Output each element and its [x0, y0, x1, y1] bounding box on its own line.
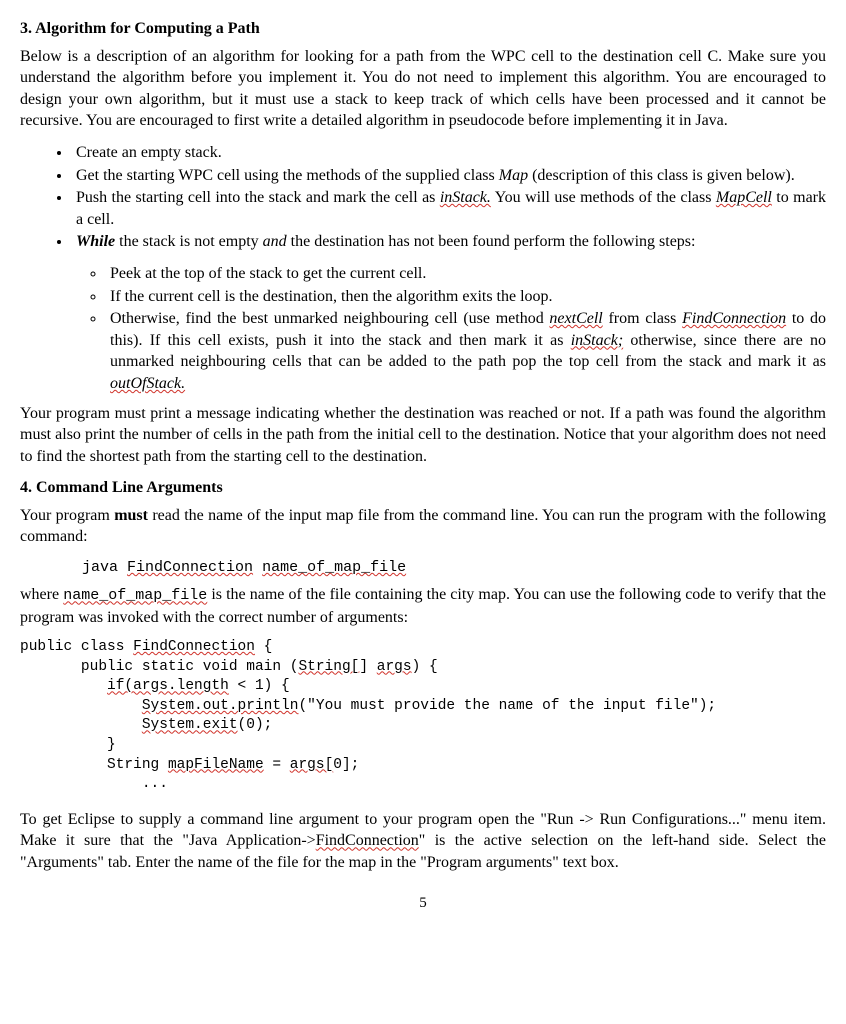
bullet-get-wpc: Get the starting WPC cell using the meth…: [72, 165, 826, 187]
section4-para3: To get Eclipse to supply a command line …: [20, 809, 826, 874]
section3-closing: Your program must print a message indica…: [20, 403, 826, 468]
text: (description of this class is given belo…: [528, 167, 795, 184]
cmd-java: java: [82, 559, 127, 576]
inner-otherwise: Otherwise, find the best unmarked neighb…: [106, 308, 826, 394]
code-var: mapFileName: [168, 757, 264, 773]
code-argsidx: args[: [290, 757, 334, 773]
text: from class: [603, 310, 682, 327]
cmd-findconnection: FindConnection: [127, 559, 253, 576]
code-classname: FindConnection: [133, 639, 255, 655]
code: (0);: [238, 717, 273, 733]
code: 0];: [333, 757, 359, 773]
section3-heading: 3. Algorithm for Computing a Path: [20, 18, 826, 40]
section3-bullet-list: Create an empty stack. Get the starting …: [20, 142, 826, 253]
code: ]: [359, 659, 376, 675]
text: the destination has not been found perfo…: [287, 233, 696, 250]
page-number: 5: [20, 893, 826, 913]
code: [20, 678, 107, 694]
command-line: java FindConnection name_of_map_file: [82, 558, 826, 578]
text: You will use methods of the class: [491, 189, 716, 206]
code-if: if(args.length: [107, 678, 229, 694]
section4-para2: where name_of_map_file is the name of th…: [20, 584, 826, 628]
term-instack: inStack.: [440, 189, 491, 206]
class-findconnection: FindConnection: [682, 310, 786, 327]
section4-para1: Your program must read the name of the i…: [20, 505, 826, 548]
keyword-while: While: [76, 233, 115, 250]
code: ("You must provide the name of the input…: [298, 698, 716, 714]
text: where: [20, 586, 63, 603]
text: Otherwise, find the best unmarked neighb…: [110, 310, 549, 327]
code: String: [20, 757, 168, 773]
code: ...: [20, 776, 168, 792]
emphasis-must: must: [114, 507, 148, 524]
code-snippet: public class FindConnection { public sta…: [20, 638, 826, 795]
code: public static void main (: [20, 659, 298, 675]
cmd-filename: name_of_map_file: [262, 559, 406, 576]
inner-destination: If the current cell is the destination, …: [106, 286, 826, 308]
menu-findconnection: FindConnection: [316, 832, 419, 849]
inner-peek: Peek at the top of the stack to get the …: [106, 263, 826, 285]
code-args: args: [377, 659, 412, 675]
text: Your program: [20, 507, 114, 524]
method-nextcell: nextCell: [549, 310, 602, 327]
code-string: String[: [298, 659, 359, 675]
text: Push the starting cell into the stack an…: [76, 189, 440, 206]
code: [20, 698, 142, 714]
code: ) {: [412, 659, 438, 675]
code-exit: System.exit: [142, 717, 238, 733]
code: public class: [20, 639, 133, 655]
class-map: Map: [499, 167, 528, 184]
filename-placeholder: name_of_map_file: [63, 587, 207, 604]
code: < 1) {: [229, 678, 290, 694]
code: {: [255, 639, 272, 655]
bullet-push-mark: Push the starting cell into the stack an…: [72, 187, 826, 230]
code: }: [20, 737, 116, 753]
code: =: [264, 757, 290, 773]
section3-inner-list: Peek at the top of the stack to get the …: [20, 263, 826, 395]
text: Get the starting WPC cell using the meth…: [76, 167, 499, 184]
code: [20, 717, 142, 733]
section4-heading: 4. Command Line Arguments: [20, 477, 826, 499]
text: the stack is not empty: [115, 233, 263, 250]
bullet-create-stack: Create an empty stack.: [72, 142, 826, 164]
text: [253, 559, 262, 576]
term-outofstack: outOfStack.: [110, 375, 185, 392]
code-println: System.out.println: [142, 698, 299, 714]
class-mapcell: MapCell: [716, 189, 772, 206]
term-instack: inStack;: [571, 332, 623, 349]
keyword-and: and: [263, 233, 287, 250]
bullet-while: While the stack is not empty and the des…: [72, 231, 826, 253]
section3-intro: Below is a description of an algorithm f…: [20, 46, 826, 132]
